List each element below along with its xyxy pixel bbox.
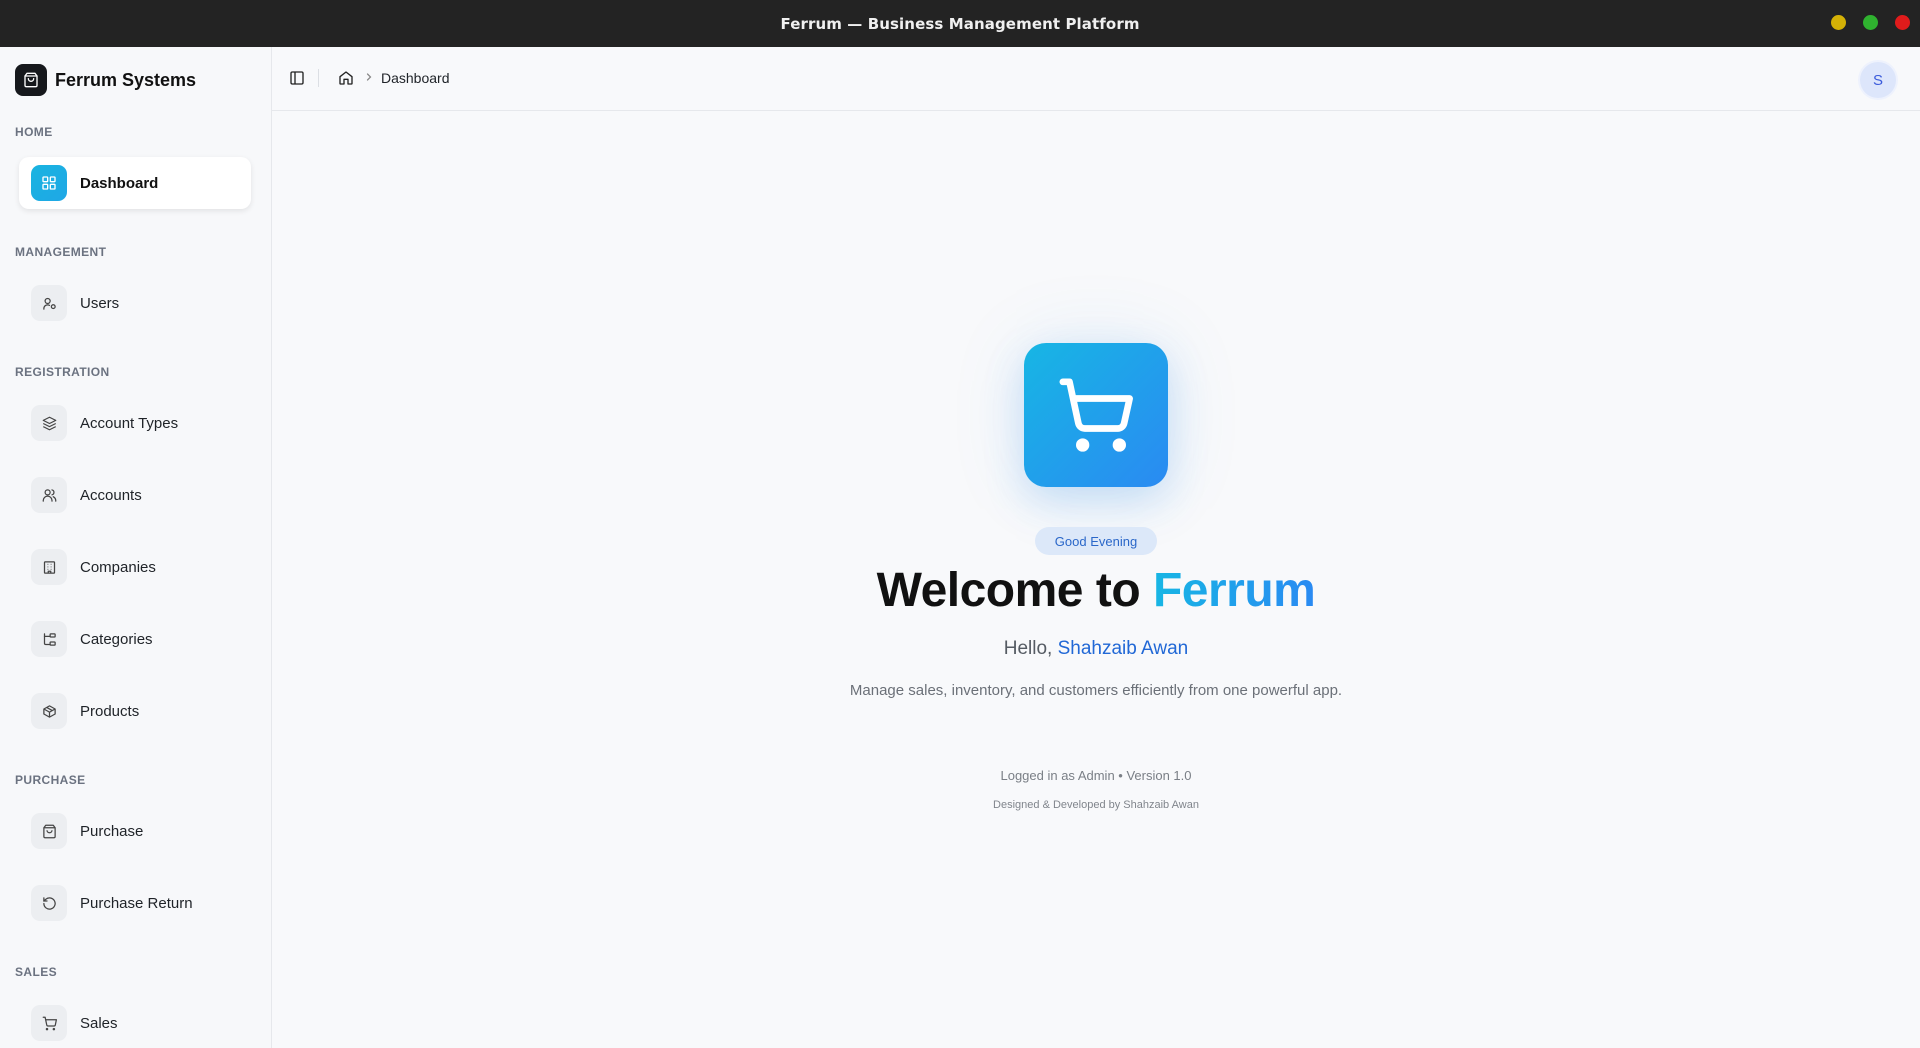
- sidebar-item-account-types[interactable]: Account Types: [19, 397, 251, 449]
- sidebar-item-label: Account Types: [80, 414, 179, 432]
- sidebar-item-label: Purchase Return: [80, 894, 193, 912]
- sidebar-item-dashboard[interactable]: Dashboard: [19, 157, 251, 209]
- sidebar-item-label: Companies: [80, 558, 156, 576]
- login-info: Logged in as Admin • Version 1.0: [1000, 768, 1192, 783]
- welcome-prefix: Welcome to: [876, 564, 1141, 617]
- brand-logo-icon: [15, 64, 47, 96]
- greeting-badge: Good Evening: [1035, 527, 1157, 555]
- grid-icon: [31, 165, 67, 201]
- breadcrumb-home-link[interactable]: [336, 67, 356, 89]
- header-divider: [318, 69, 319, 87]
- sidebar-item-companies[interactable]: Companies: [19, 541, 251, 593]
- user-name: Shahzaib Awan: [1057, 638, 1189, 659]
- maximize-button[interactable]: [1863, 15, 1878, 30]
- sidebar-item-label: Products: [80, 702, 140, 720]
- hierarchy-icon: [31, 621, 67, 657]
- rotate-ccw-icon: [31, 885, 67, 921]
- welcome-brand: Ferrum: [1152, 564, 1316, 617]
- section-label-sales: SALES: [15, 965, 58, 979]
- section-label-management: MANAGEMENT: [15, 245, 107, 259]
- brand[interactable]: Ferrum Systems: [15, 64, 196, 96]
- sidebar-item-purchase[interactable]: Purchase: [19, 805, 251, 857]
- window-title: Ferrum — Business Management Platform: [780, 14, 1140, 33]
- section-label-home: HOME: [15, 125, 53, 139]
- users-icon: [31, 477, 67, 513]
- layers-icon: [31, 405, 67, 441]
- sidebar-item-sales[interactable]: Sales: [19, 997, 251, 1048]
- sidebar-item-products[interactable]: Products: [19, 685, 251, 737]
- building-icon: [31, 549, 67, 585]
- sidebar-item-accounts[interactable]: Accounts: [19, 469, 251, 521]
- tagline: Manage sales, inventory, and customers e…: [849, 682, 1343, 699]
- minimize-button[interactable]: [1831, 15, 1846, 30]
- welcome-heading: Welcome to Ferrum: [272, 563, 1920, 618]
- user-avatar[interactable]: S: [1860, 62, 1896, 98]
- sidebar-item-label: Categories: [80, 630, 153, 648]
- dashboard-main: Good Evening Welcome to Ferrum Hello, Sh…: [272, 111, 1920, 1048]
- home-icon: [339, 71, 353, 85]
- section-label-purchase: PURCHASE: [15, 773, 86, 787]
- shopping-bag-icon: [31, 813, 67, 849]
- top-header: Dashboard S: [272, 47, 1920, 111]
- chevron-right-icon: [366, 73, 372, 81]
- section-label-registration: REGISTRATION: [15, 365, 110, 379]
- sidebar-item-label: Purchase: [80, 822, 144, 840]
- close-button[interactable]: [1895, 15, 1910, 30]
- sidebar-item-label: Users: [80, 294, 120, 312]
- window-controls: [1831, 15, 1910, 30]
- sidebar-item-label: Accounts: [80, 486, 142, 504]
- box-icon: [31, 693, 67, 729]
- brand-name: Ferrum Systems: [55, 69, 197, 90]
- sidebar-item-label: Sales: [80, 1014, 118, 1032]
- panel-left-icon: [290, 71, 304, 85]
- sidebar-item-users[interactable]: Users: [19, 277, 251, 329]
- hello-prefix: Hello,: [1003, 638, 1053, 659]
- user-cog-icon: [31, 285, 67, 321]
- breadcrumb-current: Dashboard: [381, 70, 450, 86]
- cart-icon: [31, 1005, 67, 1041]
- hero-cart-icon: [1024, 343, 1168, 487]
- sidebar: Ferrum Systems HOME Dashboard MANAGEMENT…: [0, 47, 272, 1048]
- hello-line: Hello, Shahzaib Awan: [272, 638, 1920, 660]
- sidebar-item-purchase-return[interactable]: Purchase Return: [19, 877, 251, 929]
- developer-credit: Designed & Developed by Shahzaib Awan: [993, 799, 1199, 811]
- sidebar-item-categories[interactable]: Categories: [19, 613, 251, 665]
- window-titlebar: Ferrum — Business Management Platform: [0, 0, 1920, 47]
- sidebar-item-label: Dashboard: [80, 174, 159, 192]
- sidebar-toggle-button[interactable]: [286, 67, 308, 89]
